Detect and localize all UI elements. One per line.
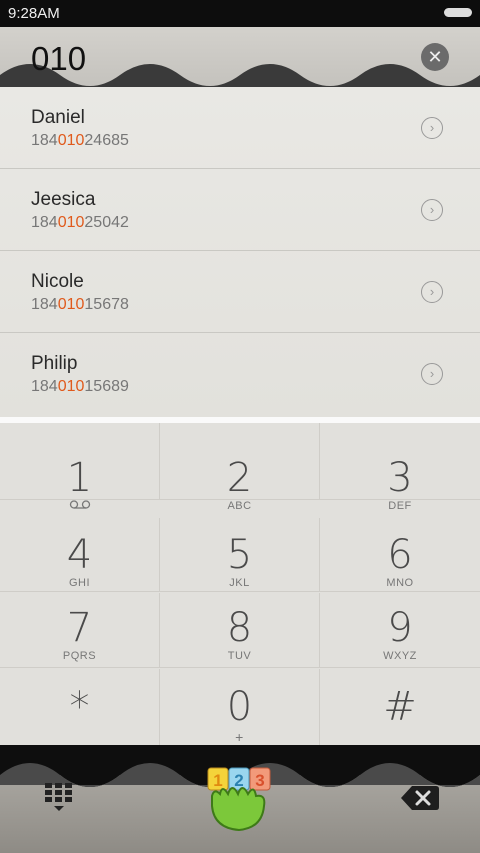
- clear-icon[interactable]: ✕: [421, 43, 449, 71]
- list-item[interactable]: Nicole 18401015678 ›: [0, 251, 480, 333]
- call-button-icon[interactable]: 1 2 3: [204, 766, 274, 834]
- dialpad-grid-icon[interactable]: [44, 782, 74, 812]
- voicemail-icon: [0, 500, 159, 512]
- svg-text:3: 3: [255, 771, 264, 790]
- contact-name: Nicole: [31, 271, 84, 292]
- key-6[interactable]: 6 MNO: [320, 518, 480, 592]
- list-item[interactable]: Jeesica 18401025042 ›: [0, 169, 480, 251]
- contact-number: 18401015689: [31, 378, 129, 395]
- status-bar: 9:28AM: [0, 0, 480, 27]
- contact-number: 18401025042: [31, 214, 129, 231]
- contact-name: Philip: [31, 353, 78, 374]
- key-8[interactable]: 8 TUV: [160, 593, 320, 668]
- key-7[interactable]: 7 PQRS: [0, 593, 160, 668]
- chevron-right-icon[interactable]: ›: [421, 117, 443, 139]
- list-item[interactable]: Philip 18401015689 ›: [0, 333, 480, 415]
- list-item[interactable]: Daniel 18401024685 ›: [0, 87, 480, 169]
- chevron-right-icon[interactable]: ›: [421, 281, 443, 303]
- backspace-icon[interactable]: [400, 784, 440, 812]
- contact-results-list: Daniel 18401024685 › Jeesica 18401025042…: [0, 87, 480, 417]
- contact-number: 18401024685: [31, 132, 129, 149]
- contact-name: Daniel: [31, 107, 85, 128]
- key-2[interactable]: 2 ABC: [160, 423, 320, 512]
- key-star[interactable]: *: [0, 669, 160, 745]
- key-4[interactable]: 4 GHI: [0, 518, 160, 592]
- key-5[interactable]: 5 JKL: [160, 518, 320, 592]
- chevron-right-icon[interactable]: ›: [421, 199, 443, 221]
- key-9[interactable]: 9 WXYZ: [320, 593, 480, 668]
- contact-name: Jeesica: [31, 189, 96, 210]
- svg-text:1: 1: [213, 771, 222, 790]
- key-3[interactable]: 3 DEF: [320, 423, 480, 512]
- battery-icon: [444, 8, 472, 17]
- contact-number: 18401015678: [31, 296, 129, 313]
- key-0[interactable]: 0 +: [160, 669, 320, 745]
- key-hash[interactable]: #: [320, 669, 480, 745]
- dialed-number[interactable]: 010: [31, 40, 86, 78]
- search-header: 010: [0, 27, 480, 87]
- key-1[interactable]: 1: [0, 423, 160, 509]
- chevron-right-icon[interactable]: ›: [421, 363, 443, 385]
- dialpad: 1 2 ABC 3 DEF 4 GHI 5 JKL 6 MNO 7 PQRS 8 TUV 9W…: [0, 423, 480, 745]
- status-time: 9:28AM: [8, 5, 60, 22]
